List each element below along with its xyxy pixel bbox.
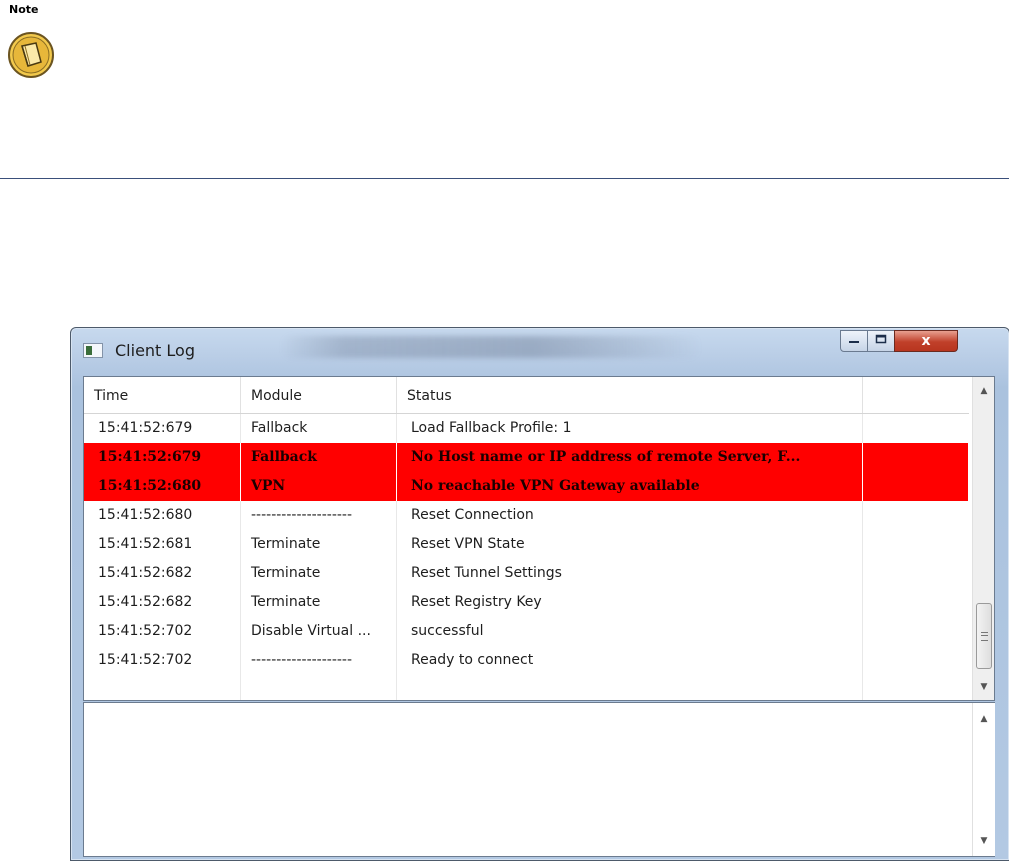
column-header-status[interactable]: Status bbox=[397, 377, 863, 413]
log-cell-extra bbox=[863, 472, 969, 501]
scroll-down-arrow-icon[interactable]: ▼ bbox=[973, 677, 994, 697]
log-cell-extra bbox=[863, 646, 969, 675]
detail-scroll-up-arrow-icon[interactable]: ▲ bbox=[973, 709, 995, 729]
log-cell-extra bbox=[863, 530, 969, 559]
log-row[interactable]: 15:41:52:681 Terminate Reset VPN State bbox=[84, 530, 969, 559]
log-list-header: Time Module Status bbox=[84, 377, 969, 414]
log-cell-time: 15:41:52:679 bbox=[84, 443, 241, 472]
log-row[interactable]: 15:41:52:682 Terminate Reset Tunnel Settin… bbox=[84, 559, 969, 588]
log-list[interactable]: Time Module Status 15:41:52:679 Fallback L… bbox=[83, 376, 995, 701]
client-log-window: Client Log x Time Module Status 15:41:52… bbox=[70, 327, 1009, 861]
log-row[interactable] bbox=[84, 675, 969, 700]
log-cell-status: No reachable VPN Gateway available bbox=[397, 472, 863, 501]
log-cell-module: Terminate bbox=[241, 530, 397, 559]
log-cell-time: 15:41:52:702 bbox=[84, 617, 241, 646]
log-cell-module: Fallback bbox=[241, 443, 397, 472]
log-cell-time: 15:41:52:680 bbox=[84, 472, 241, 501]
log-row[interactable]: 15:41:52:679 Fallback Load Fallback Profil… bbox=[84, 414, 969, 443]
log-cell-status: Reset Registry Key bbox=[397, 588, 863, 617]
log-cell-extra bbox=[863, 675, 969, 700]
log-cell-time: 15:41:52:682 bbox=[84, 588, 241, 617]
window-app-icon bbox=[83, 343, 103, 358]
log-list-scrollbar[interactable]: ▲ ▼ bbox=[972, 377, 994, 700]
log-cell-extra bbox=[863, 414, 969, 443]
log-cell-status bbox=[397, 675, 863, 700]
log-cell-module: Terminate bbox=[241, 559, 397, 588]
detail-scrollbar[interactable]: ▲ ▼ bbox=[972, 703, 995, 856]
log-cell-status: No Host name or IP address of remote Ser… bbox=[397, 443, 863, 472]
window-title: Client Log bbox=[115, 341, 195, 360]
minimize-button[interactable] bbox=[840, 330, 868, 352]
close-icon: x bbox=[921, 333, 931, 349]
log-cell-time: 15:41:52:680 bbox=[84, 501, 241, 530]
log-cell-extra bbox=[863, 617, 969, 646]
log-cell-status: Ready to connect bbox=[397, 646, 863, 675]
detail-scroll-down-arrow-icon[interactable]: ▼ bbox=[973, 831, 995, 851]
log-cell-status: Reset Connection bbox=[397, 501, 863, 530]
log-cell-time: 15:41:52:682 bbox=[84, 559, 241, 588]
log-cell-time: 15:41:52:679 bbox=[84, 414, 241, 443]
scroll-up-arrow-icon[interactable]: ▲ bbox=[973, 381, 994, 401]
maximize-button[interactable] bbox=[867, 330, 895, 352]
close-button[interactable]: x bbox=[894, 330, 958, 352]
log-cell-module: -------------------- bbox=[241, 646, 397, 675]
log-detail-pane[interactable]: ▲ ▼ bbox=[83, 702, 995, 857]
log-row[interactable]: 15:41:52:702 Disable Virtual ... successfu… bbox=[84, 617, 969, 646]
log-cell-module: Fallback bbox=[241, 414, 397, 443]
section-divider bbox=[0, 178, 1009, 179]
log-row[interactable]: 15:41:52:680 -------------------- Reset Co… bbox=[84, 501, 969, 530]
log-cell-module: -------------------- bbox=[241, 501, 397, 530]
note-label: Note bbox=[9, 3, 39, 16]
note-pad-icon bbox=[7, 31, 55, 79]
maximize-icon bbox=[875, 334, 887, 348]
log-cell-extra bbox=[863, 443, 969, 472]
scroll-thumb[interactable] bbox=[976, 603, 992, 669]
log-cell-time: 15:41:52:681 bbox=[84, 530, 241, 559]
blurred-background-text bbox=[281, 336, 701, 358]
log-cell-extra bbox=[863, 559, 969, 588]
log-cell-module: Terminate bbox=[241, 588, 397, 617]
log-cell-time bbox=[84, 675, 241, 700]
log-cell-time: 15:41:52:702 bbox=[84, 646, 241, 675]
log-row-error[interactable]: 15:41:52:679 Fallback No Host name or IP a… bbox=[84, 443, 969, 472]
log-cell-extra bbox=[863, 588, 969, 617]
column-header-extra[interactable] bbox=[863, 377, 969, 413]
log-cell-module bbox=[241, 675, 397, 700]
column-header-time[interactable]: Time bbox=[84, 377, 241, 413]
minimize-icon bbox=[848, 334, 860, 348]
log-cell-extra bbox=[863, 501, 969, 530]
log-row[interactable]: 15:41:52:682 Terminate Reset Registry Key bbox=[84, 588, 969, 617]
log-cell-module: VPN bbox=[241, 472, 397, 501]
column-header-module[interactable]: Module bbox=[241, 377, 397, 413]
log-cell-status: Load Fallback Profile: 1 bbox=[397, 414, 863, 443]
log-row[interactable]: 15:41:52:702 -------------------- Ready to… bbox=[84, 646, 969, 675]
log-cell-status: successful bbox=[397, 617, 863, 646]
log-cell-status: Reset VPN State bbox=[397, 530, 863, 559]
log-cell-status: Reset Tunnel Settings bbox=[397, 559, 863, 588]
log-row-error[interactable]: 15:41:52:680 VPN No reachable VPN Gateway … bbox=[84, 472, 969, 501]
log-cell-module: Disable Virtual ... bbox=[241, 617, 397, 646]
